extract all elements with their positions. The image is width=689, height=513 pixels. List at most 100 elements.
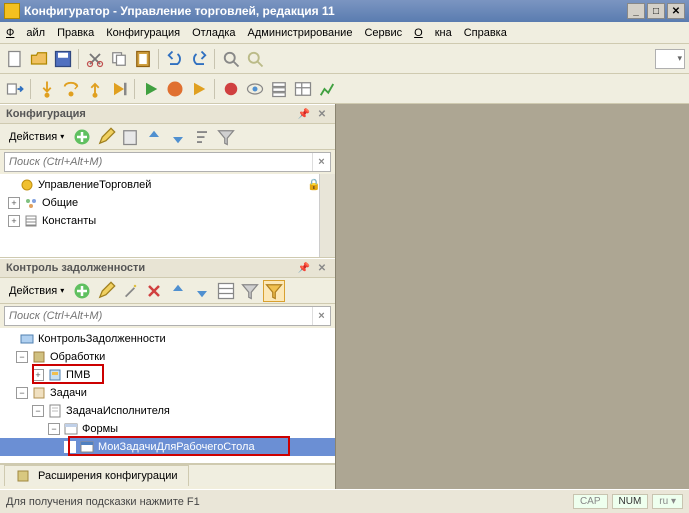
status-lang[interactable]: ru ▾ <box>652 494 683 509</box>
move-up-icon[interactable] <box>167 280 189 302</box>
open-icon[interactable] <box>28 48 50 70</box>
watch-icon[interactable] <box>244 78 266 100</box>
tab-extensions[interactable]: Расширения конфигурации <box>4 465 189 486</box>
filter-icon[interactable] <box>215 126 237 148</box>
status-hint: Для получения подсказки нажмите F1 <box>6 496 200 508</box>
find-icon[interactable] <box>220 48 242 70</box>
redo-icon[interactable] <box>188 48 210 70</box>
delete-icon[interactable] <box>143 280 165 302</box>
perf-icon[interactable] <box>316 78 338 100</box>
debug-play-icon[interactable] <box>188 78 210 100</box>
minimize-button[interactable]: _ <box>627 3 645 19</box>
panel-pin-icon[interactable]: 📌 <box>297 107 311 121</box>
tree-row[interactable]: + Общие <box>0 194 335 212</box>
panel-debt-title: Контроль задолженности <box>6 262 145 274</box>
config-search-input[interactable] <box>5 153 312 171</box>
panel-configuration-toolbar: Действия▾ <box>0 124 335 150</box>
expand-icon[interactable]: + <box>32 369 44 381</box>
form-icon <box>79 439 95 455</box>
expand-icon[interactable]: + <box>8 215 20 227</box>
collapse-icon[interactable]: − <box>16 351 28 363</box>
constants-icon <box>23 213 39 229</box>
menu-debug[interactable]: Отладка <box>192 27 235 39</box>
cut-icon[interactable] <box>84 48 106 70</box>
menubar: Файл Правка Конфигурация Отладка Админис… <box>0 22 689 44</box>
list-icon[interactable] <box>215 280 237 302</box>
tree-row-selected[interactable]: МоиЗадачиДляРабочегоСтола <box>0 438 335 456</box>
actions-menu[interactable]: Действия▾ <box>4 128 69 146</box>
tree-row[interactable]: + Константы <box>0 212 335 230</box>
menu-windows[interactable]: Окна <box>414 27 452 39</box>
scrollbar[interactable] <box>319 174 335 257</box>
move-up-icon[interactable] <box>143 126 165 148</box>
menu-help[interactable]: Справка <box>464 27 507 39</box>
panel-pin-icon[interactable]: 📌 <box>297 261 311 275</box>
menu-admin[interactable]: Администрирование <box>248 27 353 39</box>
wand-icon[interactable] <box>119 280 141 302</box>
tree-label: Общие <box>42 197 78 209</box>
paste-icon[interactable] <box>132 48 154 70</box>
collapse-icon[interactable]: − <box>48 423 60 435</box>
new-doc-icon[interactable] <box>4 48 26 70</box>
step-out-icon[interactable] <box>84 78 106 100</box>
add-icon[interactable] <box>71 280 93 302</box>
tree-row-root[interactable]: УправлениеТорговлей 🔒 <box>0 176 335 194</box>
collapse-icon[interactable]: − <box>32 405 44 417</box>
step-over-icon[interactable] <box>60 78 82 100</box>
filter-active-icon[interactable] <box>263 280 285 302</box>
save-icon[interactable] <box>52 48 74 70</box>
menu-service[interactable]: Сервис <box>364 27 402 39</box>
locals-icon[interactable] <box>292 78 314 100</box>
run-to-cursor-icon[interactable] <box>108 78 130 100</box>
undo-icon[interactable] <box>164 48 186 70</box>
add-icon[interactable] <box>71 126 93 148</box>
statusbar: Для получения подсказки нажмите F1 CAP N… <box>0 489 689 513</box>
filter-icon[interactable] <box>239 280 261 302</box>
stack-icon[interactable] <box>268 78 290 100</box>
toolbar-dropdown[interactable]: ▾ <box>655 49 685 69</box>
copy-icon[interactable] <box>108 48 130 70</box>
delete-icon[interactable] <box>119 126 141 148</box>
panel-close-icon[interactable]: ✕ <box>315 107 329 121</box>
play-icon[interactable] <box>140 78 162 100</box>
tree-label: УправлениеТорговлей <box>38 179 151 191</box>
menu-config[interactable]: Конфигурация <box>106 27 180 39</box>
edit-icon[interactable] <box>95 280 117 302</box>
panel-debt-header[interactable]: Контроль задолженности 📌 ✕ <box>0 258 335 278</box>
menu-file[interactable]: Файл <box>6 27 45 39</box>
move-down-icon[interactable] <box>191 280 213 302</box>
menu-edit[interactable]: Правка <box>57 27 94 39</box>
close-button[interactable]: ✕ <box>667 3 685 19</box>
config-tree[interactable]: УправлениеТорговлей 🔒 + Общие + Констант… <box>0 174 335 257</box>
sort-icon[interactable] <box>191 126 213 148</box>
status-cap: CAP <box>573 494 608 509</box>
tree-row[interactable]: − Формы <box>0 420 335 438</box>
left-column: Конфигурация 📌 ✕ Действия▾ × <box>0 104 335 489</box>
panel-configuration-header[interactable]: Конфигурация 📌 ✕ <box>0 104 335 124</box>
tree-row[interactable]: − Обработки <box>0 348 335 366</box>
panel-close-icon[interactable]: ✕ <box>315 261 329 275</box>
config-search-clear[interactable]: × <box>312 153 330 171</box>
actions-menu[interactable]: Действия▾ <box>4 282 69 300</box>
edit-icon[interactable] <box>95 126 117 148</box>
tree-label: Константы <box>42 215 96 227</box>
tree-label: Обработки <box>50 351 105 363</box>
step-into-icon[interactable] <box>36 78 58 100</box>
move-down-icon[interactable] <box>167 126 189 148</box>
goto-icon[interactable] <box>4 78 26 100</box>
debt-search-clear[interactable]: × <box>312 307 330 325</box>
tree-row-pmv[interactable]: + ПМВ <box>0 366 335 384</box>
debt-search-input[interactable] <box>5 307 312 325</box>
expand-icon[interactable]: + <box>8 197 20 209</box>
maximize-button[interactable]: □ <box>647 3 665 19</box>
tree-row[interactable]: − Задачи <box>0 384 335 402</box>
collapse-icon[interactable]: − <box>16 387 28 399</box>
tree-row-root[interactable]: КонтрольЗадолженности <box>0 330 335 348</box>
tree-label: Задачи <box>50 387 87 399</box>
zoom-icon[interactable] <box>244 48 266 70</box>
debt-tree[interactable]: КонтрольЗадолженности − Обработки + ПМВ … <box>0 328 335 463</box>
tree-row[interactable]: − ЗадачаИсполнителя <box>0 402 335 420</box>
breakpoint-icon[interactable] <box>220 78 242 100</box>
tab-label: Расширения конфигурации <box>38 470 178 482</box>
pause-icon[interactable] <box>164 78 186 100</box>
